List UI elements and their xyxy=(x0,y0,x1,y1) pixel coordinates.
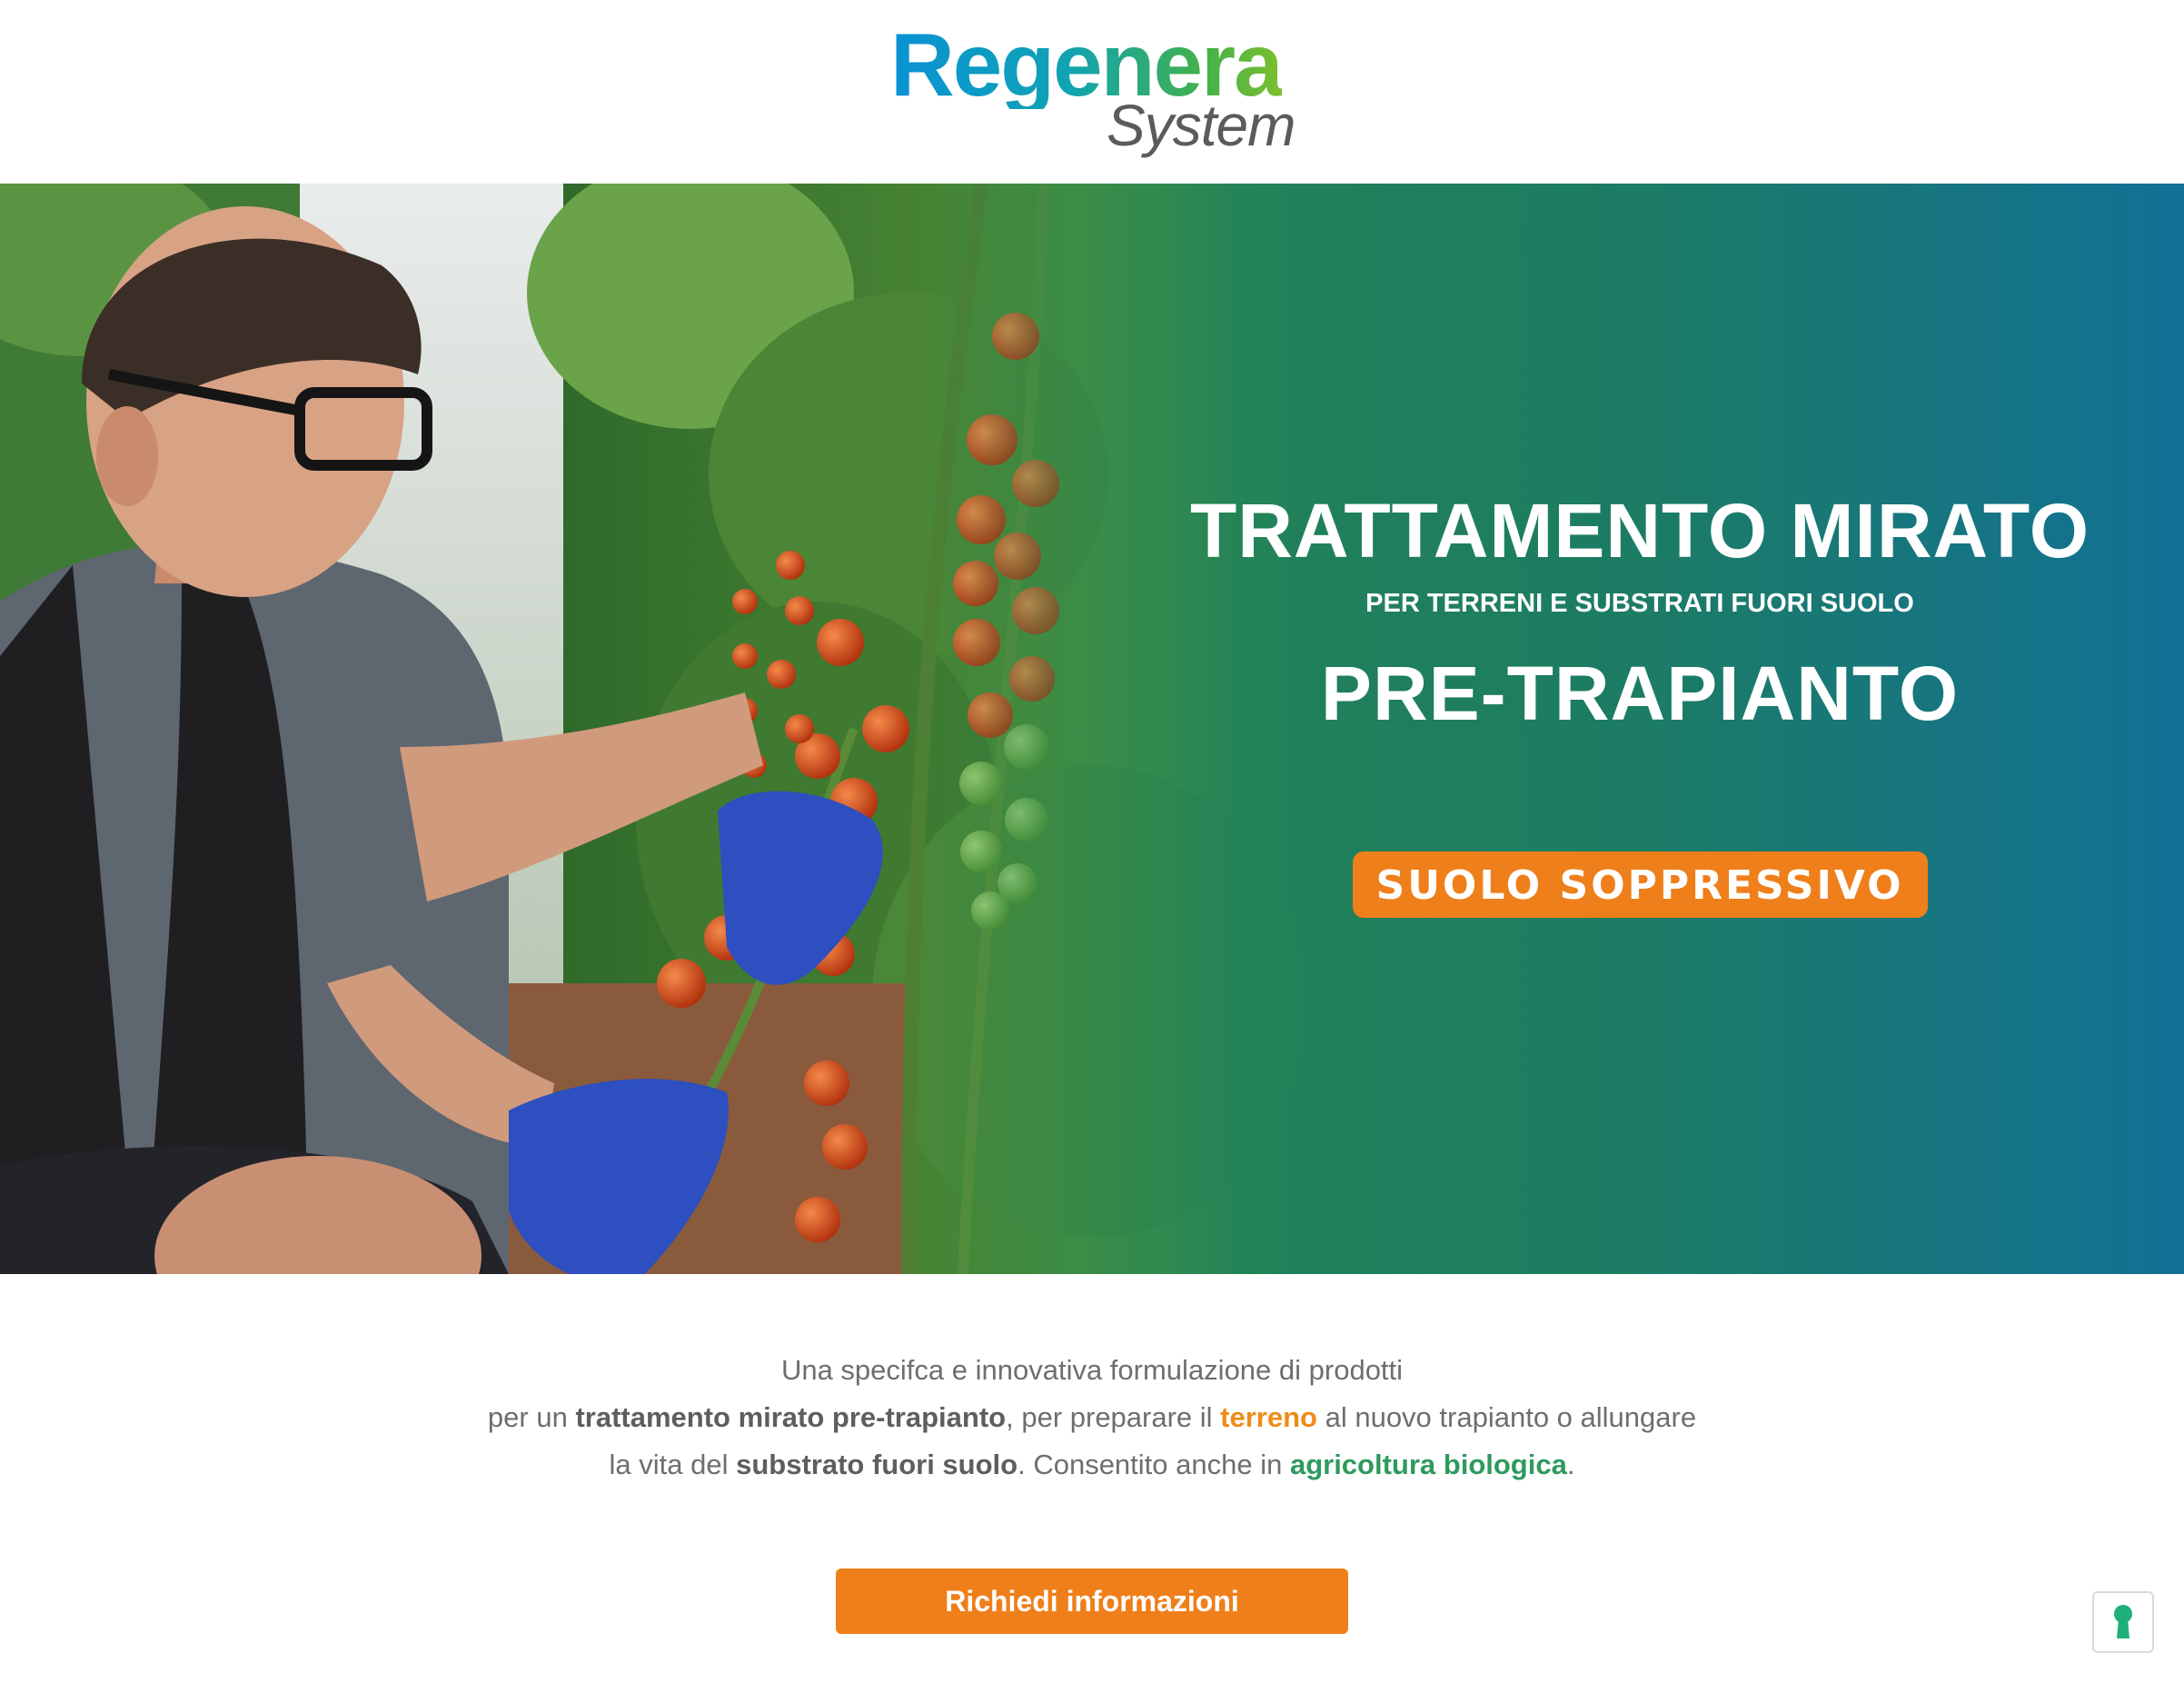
description-line-1: Una specifca e innovativa formulazione d… xyxy=(0,1347,2184,1394)
description-line-3: la vita del substrato fuori suolo. Conse… xyxy=(0,1441,2184,1489)
description-bold: substrato fuori suolo xyxy=(736,1449,1018,1480)
hero-subtitle: PER TERRENI E SUBSTRATI FUORI SUOLO xyxy=(1365,589,1914,618)
intro-description: Una specifca e innovativa formulazione d… xyxy=(0,1347,2184,1489)
description-text: , per preparare il xyxy=(1006,1401,1221,1433)
description-text: per un xyxy=(487,1401,576,1433)
description-bold: trattamento mirato pre-trapianto xyxy=(575,1401,1007,1433)
hero-text-block: TRATTAMENTO MIRATO PER TERRENI E SUBSTRA… xyxy=(1172,493,2108,918)
hero-banner: TRATTAMENTO MIRATO PER TERRENI E SUBSTRA… xyxy=(0,184,2184,1274)
hero-title: TRATTAMENTO MIRATO xyxy=(1189,488,2090,573)
description-text: la vita del xyxy=(609,1449,737,1480)
request-info-button[interactable]: Richiedi informazioni xyxy=(836,1568,1348,1634)
keyhole-icon xyxy=(2114,1605,2132,1638)
description-line-2: per un trattamento mirato pre-trapianto,… xyxy=(0,1394,2184,1441)
regenera-system-logo[interactable]: Regenera System xyxy=(890,20,1296,156)
description-text: Una specifca e innovativa formulazione d… xyxy=(780,1354,1404,1386)
description-text: . xyxy=(1566,1449,1575,1480)
description-text: . Consentito anche in xyxy=(1018,1449,1290,1480)
highlight-terreno: terreno xyxy=(1220,1401,1317,1433)
header: Regenera System xyxy=(0,0,2184,184)
highlight-agricoltura-biologica: agricoltura biologica xyxy=(1289,1449,1567,1480)
logo-subtitle: System xyxy=(1107,93,1296,158)
suolo-soppressivo-badge: SUOLO SOPPRESSIVO xyxy=(1352,851,1928,918)
hero-title-secondary: PRE-TRAPIANTO xyxy=(1320,651,1960,736)
description-text: al nuovo trapianto o allungare xyxy=(1316,1401,1697,1433)
landing-page: Regenera System TRATTAMENTO MIRATO PER T… xyxy=(0,0,2184,1683)
accessibility-widget-button[interactable] xyxy=(2092,1591,2154,1653)
